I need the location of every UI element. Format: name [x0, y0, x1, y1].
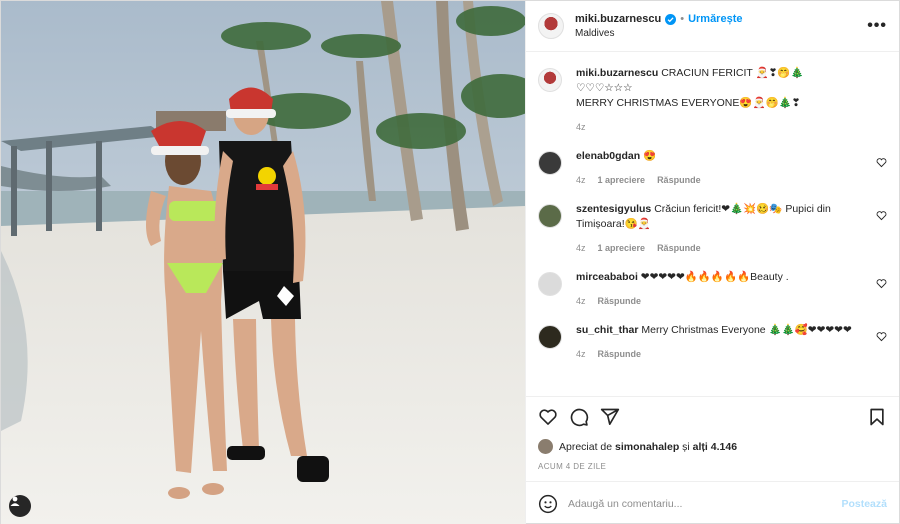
commenter-avatar[interactable]	[538, 325, 562, 349]
add-comment-bar: Postează	[526, 481, 899, 524]
post-caption: miki.buzarnescu CRACIUN FERICIT 🎅❣🤭🎄 ♡♡♡…	[538, 66, 887, 135]
liker-avatar[interactable]	[538, 439, 553, 454]
add-comment-input[interactable]	[568, 497, 842, 510]
comment-content: 😍	[643, 150, 657, 162]
post-photo[interactable]	[1, 1, 525, 524]
verified-badge-icon	[665, 13, 677, 25]
save-bookmark-icon[interactable]	[867, 407, 887, 427]
comment-text: elenab0gdan 😍	[576, 149, 863, 164]
comment-item: mirceababoi ❤❤❤❤❤🔥🔥🔥🔥🔥Beauty . 4z Răspun…	[538, 270, 887, 309]
share-paper-plane-icon[interactable]	[600, 407, 620, 427]
comment-item: su_chit_thar Merry Christmas Everyone 🎄🎄…	[538, 323, 887, 362]
comment-likes[interactable]: 1 apreciere	[598, 173, 646, 188]
comment-item: szentesigyulus Crăciun fericit!❤🎄💥🥴🎭 Pup…	[538, 202, 887, 256]
likes-prefix: Apreciat de	[559, 440, 613, 453]
comments-section: miki.buzarnescu CRACIUN FERICIT 🎅❣🤭🎄 ♡♡♡…	[526, 52, 899, 396]
comment-time: 4z	[576, 243, 586, 253]
tagged-user-icon[interactable]	[9, 495, 31, 517]
header-info: miki.buzarnescu • Urmărește Maldives	[575, 13, 867, 39]
comment-content: Merry Christmas Everyone 🎄🎄🥰❤❤❤❤❤	[641, 324, 852, 336]
post-header: miki.buzarnescu • Urmărește Maldives •••	[526, 1, 899, 52]
reply-button[interactable]: Răspunde	[657, 241, 701, 256]
commenter-username[interactable]: elenab0gdan	[576, 150, 640, 162]
post-side-panel: miki.buzarnescu • Urmărește Maldives •••…	[525, 1, 899, 524]
separator-dot: •	[680, 13, 685, 25]
post-timestamp[interactable]: ACUM 4 DE ZILE	[538, 462, 887, 481]
commenter-username[interactable]: mirceababoi	[576, 271, 638, 283]
post-location[interactable]: Maldives	[575, 28, 867, 39]
comment-meta: 4z 1 apreciere Răspunde	[576, 241, 863, 256]
like-comment-heart-icon[interactable]	[876, 331, 887, 342]
author-avatar[interactable]	[538, 13, 564, 39]
caption-text: miki.buzarnescu CRACIUN FERICIT 🎅❣🤭🎄	[576, 66, 863, 81]
likes-summary: Apreciat de simonahalep și alți 4.146	[538, 439, 887, 454]
beach-photo-illustration	[1, 1, 525, 524]
like-comment-heart-icon[interactable]	[876, 278, 887, 289]
comment-time: 4z	[576, 296, 586, 306]
caption-line-1: CRACIUN FERICIT 🎅❣🤭🎄	[661, 67, 804, 79]
comment-meta: 4z 1 apreciere Răspunde	[576, 173, 863, 188]
commenter-username[interactable]: su_chit_thar	[576, 324, 638, 336]
comment-body: elenab0gdan 😍 4z 1 apreciere Răspunde	[576, 149, 887, 188]
comment-time: 4z	[576, 349, 586, 359]
likes-conjunction: și	[682, 440, 690, 453]
comment-time: 4z	[576, 175, 586, 185]
comment-body: szentesigyulus Crăciun fericit!❤🎄💥🥴🎭 Pup…	[576, 202, 887, 256]
caption-avatar[interactable]	[538, 68, 562, 92]
reply-button[interactable]: Răspunde	[657, 173, 701, 188]
commenter-avatar[interactable]	[538, 204, 562, 228]
comment-content: ❤❤❤❤❤🔥🔥🔥🔥🔥Beauty .	[640, 271, 789, 283]
caption-body: miki.buzarnescu CRACIUN FERICIT 🎅❣🤭🎄 ♡♡♡…	[576, 66, 887, 135]
post-comment-button[interactable]: Postează	[841, 498, 887, 510]
comment-body: su_chit_thar Merry Christmas Everyone 🎄🎄…	[576, 323, 887, 362]
action-icons	[538, 405, 887, 429]
comment-meta: 4z Răspunde	[576, 294, 863, 309]
comment-body: mirceababoi ❤❤❤❤❤🔥🔥🔥🔥🔥Beauty . 4z Răspun…	[576, 270, 887, 309]
caption-line-2: ♡♡♡☆☆☆	[576, 82, 633, 94]
caption-username[interactable]: miki.buzarnescu	[576, 67, 658, 79]
like-heart-icon[interactable]	[538, 407, 558, 427]
follow-button[interactable]: Urmărește	[688, 13, 742, 25]
caption-time: 4z	[576, 122, 586, 132]
comment-item: elenab0gdan 😍 4z 1 apreciere Răspunde	[538, 149, 887, 188]
comment-likes[interactable]: 1 apreciere	[598, 241, 646, 256]
commenter-avatar[interactable]	[538, 151, 562, 175]
likes-others-count[interactable]: alți 4.146	[693, 441, 737, 453]
more-options-icon[interactable]: •••	[867, 17, 887, 35]
comment-meta: 4z Răspunde	[576, 347, 863, 362]
comment-bubble-icon[interactable]	[569, 407, 589, 427]
header-line: miki.buzarnescu • Urmărește	[575, 13, 867, 25]
caption-meta: 4z	[576, 120, 863, 135]
caption-line-3: MERRY CHRISTMAS EVERYONE😍🎅🤭🎄❣	[576, 97, 801, 109]
reply-button[interactable]: Răspunde	[598, 347, 642, 362]
commenter-username[interactable]: szentesigyulus	[576, 203, 651, 215]
like-comment-heart-icon[interactable]	[876, 210, 887, 221]
post-actions: Apreciat de simonahalep și alți 4.146 AC…	[526, 396, 899, 481]
author-username[interactable]: miki.buzarnescu	[575, 13, 661, 25]
comment-text: szentesigyulus Crăciun fericit!❤🎄💥🥴🎭 Pup…	[576, 202, 863, 232]
post-modal: miki.buzarnescu • Urmărește Maldives •••…	[0, 0, 900, 524]
comment-text: su_chit_thar Merry Christmas Everyone 🎄🎄…	[576, 323, 863, 338]
emoji-icon[interactable]	[538, 494, 558, 514]
like-comment-heart-icon[interactable]	[876, 157, 887, 168]
liker-username[interactable]: simonahalep	[615, 441, 679, 453]
reply-button[interactable]: Răspunde	[598, 294, 642, 309]
commenter-avatar[interactable]	[538, 272, 562, 296]
comment-text: mirceababoi ❤❤❤❤❤🔥🔥🔥🔥🔥Beauty .	[576, 270, 863, 285]
